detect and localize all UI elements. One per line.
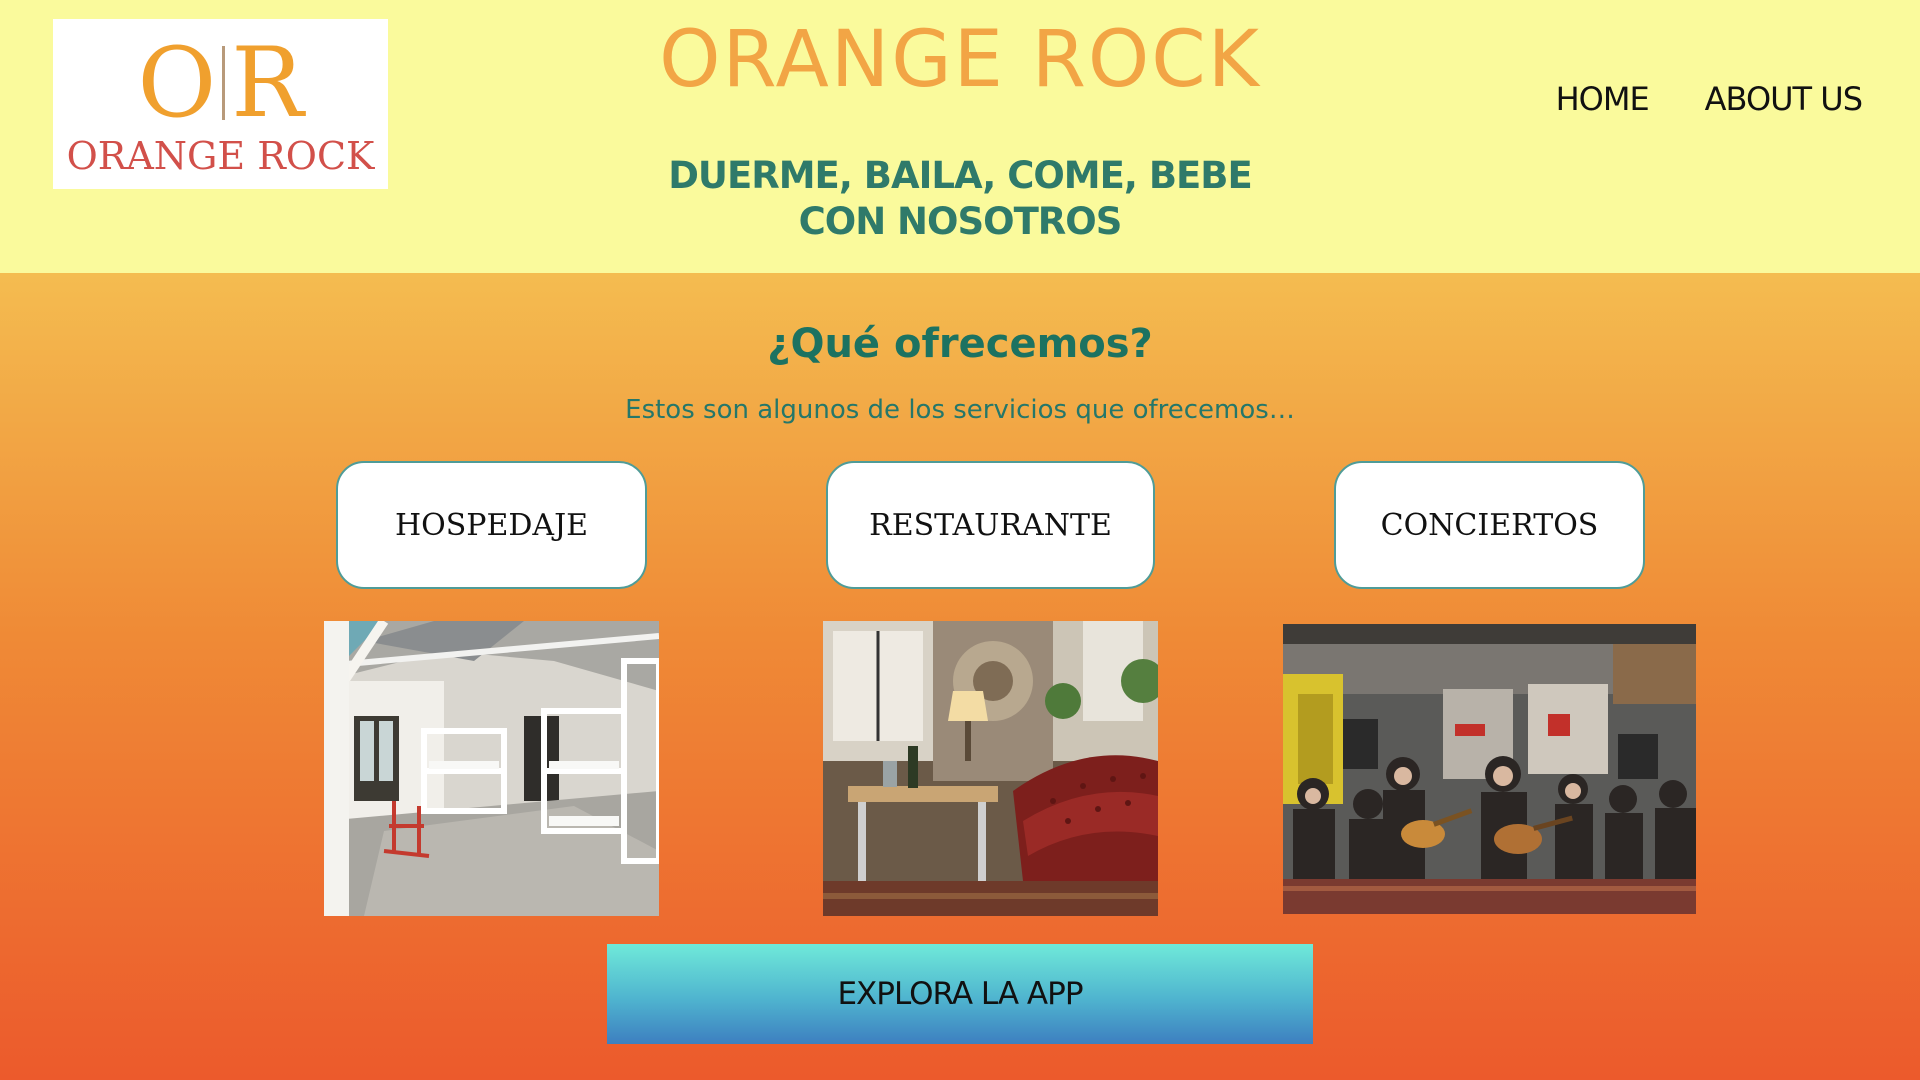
logo-divider bbox=[222, 46, 226, 120]
service-button-conciertos[interactable]: CONCIERTOS bbox=[1334, 461, 1645, 589]
concert-band-photo bbox=[1283, 624, 1696, 914]
site-title: ORANGE ROCK bbox=[659, 15, 1261, 105]
site-logo[interactable]: OR ORANGE ROCK bbox=[53, 19, 388, 189]
logo-wordmark: ORANGE ROCK bbox=[66, 134, 375, 178]
explore-app-button[interactable]: EXPLORA LA APP bbox=[607, 944, 1313, 1044]
logo-monogram: OR bbox=[53, 33, 388, 133]
tagline-line-1: DUERME, BAILA, COME, BEBE bbox=[668, 154, 1253, 197]
section-subtitle: Estos son algunos de los servicios que o… bbox=[625, 395, 1295, 425]
page: OR ORANGE ROCK ORANGE ROCK DUERME, BAILA… bbox=[0, 0, 1920, 1080]
tagline-line-2: CON NOSOTROS bbox=[798, 200, 1123, 243]
nav-about-us-link[interactable]: ABOUT US bbox=[1705, 80, 1863, 118]
restaurant-interior-photo bbox=[823, 621, 1158, 916]
logo-letter-o: O bbox=[137, 27, 217, 139]
logo-letter-r: R bbox=[231, 27, 304, 139]
service-button-restaurante[interactable]: RESTAURANTE bbox=[826, 461, 1155, 589]
nav-home-link[interactable]: HOME bbox=[1556, 80, 1650, 118]
hostel-dormitory-photo bbox=[324, 621, 659, 916]
tagline: DUERME, BAILA, COME, BEBE CON NOSOTROS bbox=[560, 153, 1360, 245]
section-title: ¿Qué ofrecemos? bbox=[767, 321, 1153, 367]
main-nav: HOME ABOUT US bbox=[1556, 80, 1863, 118]
service-button-hospedaje[interactable]: HOSPEDAJE bbox=[336, 461, 647, 589]
services-section: ¿Qué ofrecemos? Estos son algunos de los… bbox=[0, 273, 1920, 1080]
site-header: OR ORANGE ROCK ORANGE ROCK DUERME, BAILA… bbox=[0, 0, 1920, 273]
